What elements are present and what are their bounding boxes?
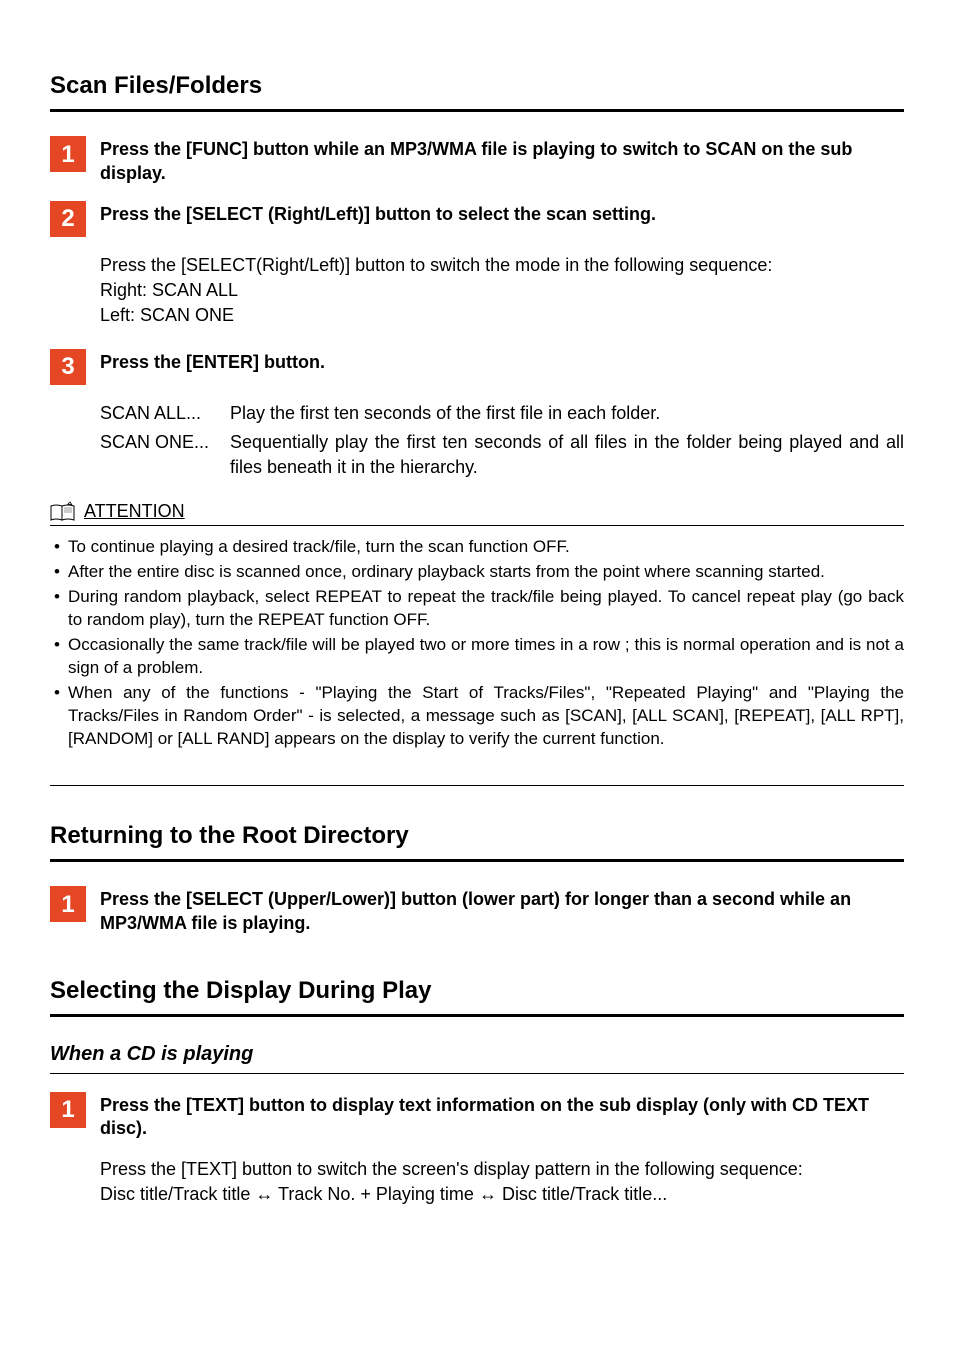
def-text: Sequentially play the first ten seconds …: [230, 430, 904, 480]
step-1: 1 Press the [SELECT (Upper/Lower)] butto…: [50, 886, 904, 935]
def-label: SCAN ONE...: [100, 430, 230, 480]
step-instruction: Press the [ENTER] button.: [100, 349, 904, 374]
section-title-display: Selecting the Display During Play: [50, 975, 904, 1017]
step-number: 3: [50, 349, 86, 385]
attention-item: When any of the functions - "Playing the…: [54, 682, 904, 751]
attention-item: Occasionally the same track/file will be…: [54, 634, 904, 680]
book-icon: [50, 501, 76, 523]
attention-list: To continue playing a desired track/file…: [50, 536, 904, 750]
step-body: Press the [TEXT] button to switch the sc…: [100, 1157, 904, 1207]
step-number: 1: [50, 136, 86, 172]
arrow-icon: ↔: [479, 1184, 497, 1204]
seq-part: Disc title/Track title: [100, 1184, 255, 1204]
step-number: 2: [50, 201, 86, 237]
section-divider: [50, 785, 904, 786]
step-instruction: Press the [SELECT (Right/Left)] button t…: [100, 201, 904, 226]
step-instruction: Press the [TEXT] button to display text …: [100, 1092, 904, 1141]
step-number: 1: [50, 1092, 86, 1128]
body-line: Press the [TEXT] button to switch the sc…: [100, 1157, 904, 1182]
section-title-scan: Scan Files/Folders: [50, 70, 904, 112]
attention-label: ATTENTION: [84, 500, 185, 523]
step-instruction: Press the [FUNC] button while an MP3/WMA…: [100, 136, 904, 185]
sub-heading-cd: When a CD is playing: [50, 1041, 904, 1074]
section-title-root: Returning to the Root Directory: [50, 820, 904, 862]
body-line: Right: SCAN ALL: [100, 278, 904, 303]
def-text: Play the first ten seconds of the first …: [230, 401, 904, 426]
seq-part: Disc title/Track title...: [497, 1184, 667, 1204]
attention-item: To continue playing a desired track/file…: [54, 536, 904, 559]
step-3-body: SCAN ALL... Play the first ten seconds o…: [100, 401, 904, 481]
arrow-icon: ↔: [255, 1184, 273, 1204]
attention-item: After the entire disc is scanned once, o…: [54, 561, 904, 584]
step-number: 1: [50, 886, 86, 922]
step-2-body: Press the [SELECT(Right/Left)] button to…: [100, 253, 904, 329]
step-1: 1 Press the [FUNC] button while an MP3/W…: [50, 136, 904, 185]
step-instruction: Press the [SELECT (Upper/Lower)] button …: [100, 886, 904, 935]
step-2: 2 Press the [SELECT (Right/Left)] button…: [50, 201, 904, 237]
def-label: SCAN ALL...: [100, 401, 230, 426]
seq-part: Track No. + Playing time: [273, 1184, 479, 1204]
body-line: Press the [SELECT(Right/Left)] button to…: [100, 253, 904, 278]
attention-header: ATTENTION: [50, 500, 904, 526]
step-1: 1 Press the [TEXT] button to display tex…: [50, 1092, 904, 1141]
step-3: 3 Press the [ENTER] button.: [50, 349, 904, 385]
body-sequence: Disc title/Track title ↔ Track No. + Pla…: [100, 1182, 904, 1207]
body-line: Left: SCAN ONE: [100, 303, 904, 328]
attention-item: During random playback, select REPEAT to…: [54, 586, 904, 632]
